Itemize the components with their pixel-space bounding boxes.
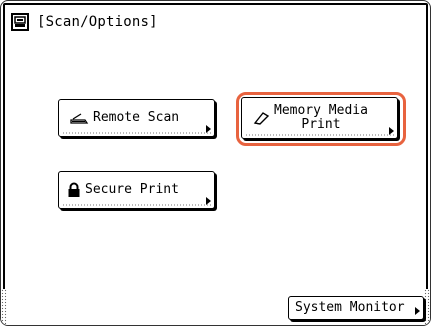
main-panel: [Scan/Options] Remote Scan Memory Media …	[3, 3, 428, 291]
touch-panel-screen: [Scan/Options] Remote Scan Memory Media …	[0, 0, 431, 326]
scroll-hatch-right	[424, 289, 430, 325]
system-monitor-button[interactable]: System Monitor	[288, 296, 424, 320]
secure-print-label: Secure Print	[85, 182, 179, 197]
page-title: [Scan/Options]	[37, 14, 158, 30]
remote-scan-button[interactable]: Remote Scan	[58, 99, 215, 137]
title-bar: [Scan/Options]	[11, 11, 158, 33]
lock-icon	[67, 182, 81, 198]
selection-highlight	[236, 92, 406, 146]
scan-options-icon	[11, 13, 29, 31]
submenu-arrow-icon	[206, 197, 211, 205]
footer-bar: System Monitor	[1, 289, 430, 325]
submenu-arrow-icon	[206, 125, 211, 133]
scanner-icon	[69, 111, 89, 125]
button-shading	[62, 204, 211, 206]
remote-scan-label: Remote Scan	[93, 110, 180, 125]
submenu-arrow-icon	[415, 307, 420, 315]
system-monitor-label: System Monitor	[295, 300, 405, 315]
button-shading	[62, 132, 211, 134]
secure-print-button[interactable]: Secure Print	[58, 171, 215, 209]
scroll-hatch-left	[1, 289, 7, 325]
